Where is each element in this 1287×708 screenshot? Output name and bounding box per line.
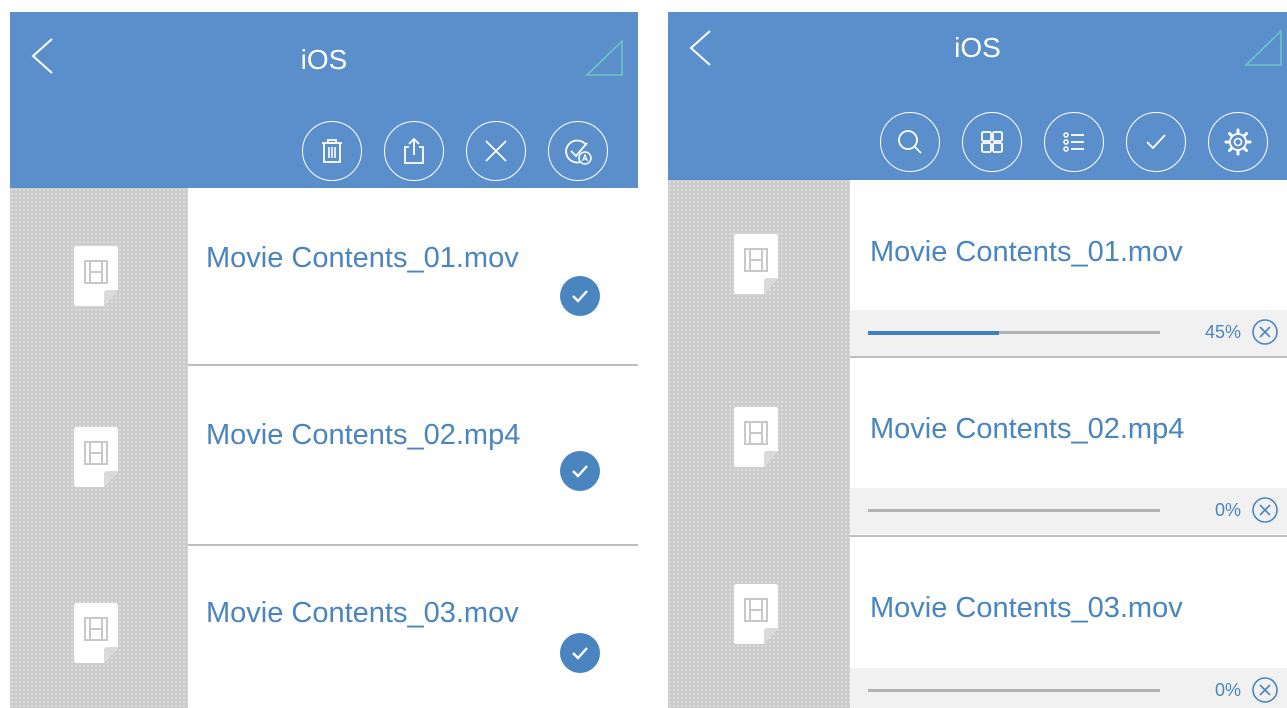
share-icon [404,137,424,164]
list-item[interactable]: Movie Contents_03.mov [10,545,638,708]
list-view-button[interactable] [1044,112,1104,172]
cancel-download-icon[interactable] [1251,318,1279,346]
select-all-button[interactable] [548,121,608,181]
file-name: Movie Contents_01.mov [870,236,1183,268]
video-file-icon [734,234,778,294]
video-file-icon [74,427,118,487]
page-title: iOS [954,32,1001,63]
settings-button[interactable] [1208,112,1268,172]
file-name: Movie Contents_01.mov [206,242,519,274]
progress-percent: 0% [1214,680,1241,700]
progress-percent: 0% [1214,500,1241,520]
video-file-icon [734,407,778,467]
grid-view-icon [981,131,1003,153]
file-name: Movie Contents_02.mp4 [870,413,1185,445]
video-file-icon [74,603,118,663]
grid-view-button[interactable] [962,112,1022,172]
progress-percent: 45% [1204,322,1241,342]
download-progress-panel: iOS Movie Contents_01.mov 45% Movie Cont… [668,12,1287,708]
trash-icon [322,139,342,163]
progress-bar [868,330,1160,335]
header-bar: iOS [10,12,638,188]
list-item[interactable]: Movie Contents_03.mov 0% [668,536,1287,708]
delete-button[interactable] [302,121,362,181]
progress-bar [868,509,1160,512]
triangle-corner-icon [1244,29,1282,66]
triangle-corner-icon [585,39,623,76]
list-item[interactable]: Movie Contents_01.mov [10,188,638,364]
video-file-icon [734,584,778,644]
selected-checkmark-icon[interactable] [560,276,600,316]
edit-mode-panel: iOS Movie Contents_01.mov Movie Contents… [10,12,638,708]
progress-bar-fill [868,330,1000,335]
share-button[interactable] [384,121,444,181]
list-item[interactable]: Movie Contents_01.mov 45% [668,180,1287,356]
page-title: iOS [300,44,348,75]
file-name: Movie Contents_03.mov [206,597,519,629]
settings-icon [1224,128,1252,156]
file-list: Movie Contents_01.mov Movie Contents_02.… [10,188,638,708]
select-all-icon [565,139,592,165]
close-icon [485,140,507,162]
selected-checkmark-icon[interactable] [560,633,600,673]
file-name: Movie Contents_03.mov [870,592,1183,624]
file-name: Movie Contents_02.mp4 [206,419,521,451]
cancel-download-icon[interactable] [1251,496,1279,524]
search-icon [898,130,922,154]
video-file-icon [74,246,118,306]
cancel-download-icon[interactable] [1251,676,1279,704]
cancel-button[interactable] [466,121,526,181]
header-bar: iOS [668,12,1287,180]
list-view-icon [1063,132,1084,152]
progress-bar [868,689,1160,692]
select-button[interactable] [1126,112,1186,172]
selected-checkmark-icon[interactable] [560,451,600,491]
list-item[interactable]: Movie Contents_02.mp4 0% [668,357,1287,535]
progress-strip: 45% [850,310,1287,356]
progress-strip: 0% [850,668,1287,708]
progress-strip: 0% [850,488,1287,534]
download-list: Movie Contents_01.mov 45% Movie Contents… [668,180,1287,708]
list-item[interactable]: Movie Contents_02.mp4 [10,365,638,545]
search-button[interactable] [880,112,940,172]
checkmark-icon [1146,134,1166,150]
